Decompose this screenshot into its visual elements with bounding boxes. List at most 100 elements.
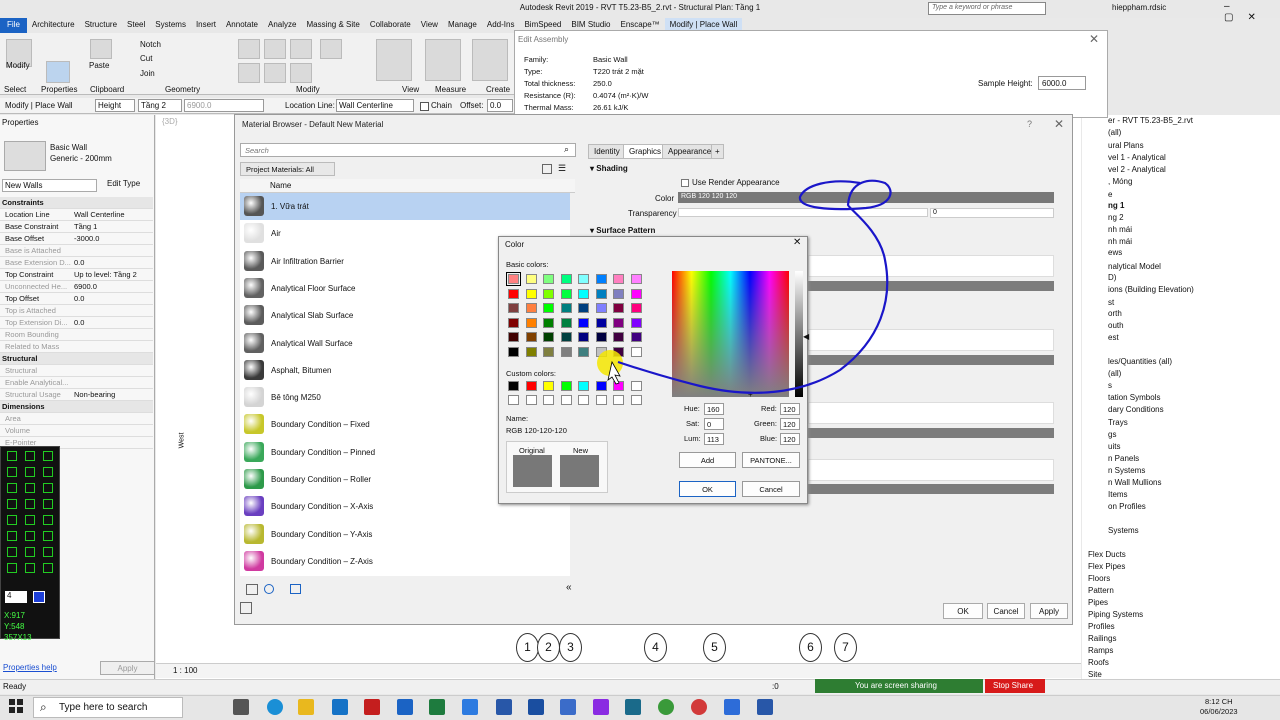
basic-color-swatch[interactable] (508, 347, 519, 357)
property-value[interactable]: Tầng 1 (74, 222, 97, 231)
project-browser-item[interactable]: e (1108, 190, 1112, 199)
file-explorer-icon[interactable] (298, 699, 314, 715)
project-browser-item[interactable]: les/Quantities (all) (1108, 357, 1172, 366)
apply-button[interactable]: Apply (1030, 603, 1068, 619)
basic-color-swatch[interactable] (630, 288, 642, 299)
join-label[interactable]: Join (140, 69, 155, 78)
project-browser-item[interactable]: Flex Ducts (1088, 550, 1126, 559)
tab-graphics[interactable]: Graphics (623, 144, 668, 159)
help-search-input[interactable]: Type a keyword or phrase (928, 2, 1046, 15)
basic-color-swatch[interactable] (560, 317, 572, 328)
menu-tab[interactable]: View (416, 18, 443, 33)
shortcut-icon[interactable] (43, 483, 53, 493)
trim-icon[interactable] (290, 63, 312, 83)
project-browser-item[interactable]: on Profiles (1108, 502, 1146, 511)
custom-color-swatch[interactable] (525, 395, 537, 405)
project-browser-item[interactable]: Profiles (1088, 622, 1115, 631)
custom-color-swatch[interactable] (508, 381, 519, 391)
property-row[interactable]: Enable Analytical... (0, 377, 153, 389)
custom-color-swatch[interactable] (578, 395, 589, 405)
word-icon[interactable] (496, 699, 512, 715)
basic-color-swatch[interactable] (525, 317, 537, 328)
shortcut-icon[interactable] (43, 451, 53, 461)
project-browser-item[interactable]: est (1108, 333, 1119, 342)
type-sub[interactable]: Generic - 200mm (50, 154, 112, 163)
height-value-input[interactable]: 6900.0 (184, 99, 264, 112)
properties-help-link[interactable]: Properties help (3, 663, 57, 672)
basic-color-swatch[interactable] (578, 332, 589, 343)
color-ok-button[interactable]: OK (679, 481, 736, 497)
close-icon[interactable]: ✕ (1089, 32, 1099, 46)
property-value[interactable]: Non-bearing (74, 390, 115, 399)
basic-color-swatch[interactable] (630, 317, 642, 328)
sat-input[interactable]: 0 (704, 418, 724, 430)
luminance-pointer-icon[interactable]: ◀ (803, 332, 809, 341)
project-browser-item[interactable]: nh mái (1108, 225, 1132, 234)
project-browser-item[interactable]: nalytical Model (1108, 262, 1161, 271)
copy-icon[interactable] (320, 39, 342, 59)
pattern-color-swatch[interactable] (808, 484, 1054, 494)
color-cancel-button[interactable]: Cancel (742, 481, 800, 497)
project-browser-item[interactable]: ews (1108, 248, 1122, 257)
align-icon[interactable] (238, 39, 260, 59)
basic-color-swatch[interactable] (543, 303, 554, 314)
basic-color-swatch[interactable] (578, 288, 589, 299)
property-row[interactable]: Location Line Wall Centerline (0, 209, 153, 221)
property-value[interactable]: 6900.0 (74, 282, 97, 291)
menu-tab[interactable]: Architecture (27, 18, 80, 33)
blue-input[interactable]: 120 (780, 433, 800, 445)
pattern-color-swatch[interactable] (808, 355, 1054, 365)
shortcut-icon[interactable] (43, 499, 53, 509)
shortcut-icon[interactable] (43, 531, 53, 541)
windows-start-icon[interactable] (8, 698, 24, 714)
shortcut-icon[interactable] (25, 531, 35, 541)
autocad-icon[interactable] (364, 699, 380, 715)
clock[interactable]: 8:12 CH 06/06/2023 (1200, 697, 1238, 717)
property-row[interactable]: Top Offset 0.0 (0, 293, 153, 305)
property-value[interactable]: Wall Centerline (74, 210, 125, 219)
lum-input[interactable]: 113 (704, 433, 724, 445)
edit-type-button[interactable]: Edit Type (104, 178, 152, 192)
basic-color-swatch[interactable] (560, 332, 572, 343)
shading-section[interactable]: ▾ Shading (590, 164, 628, 173)
basic-color-swatch[interactable] (613, 332, 624, 343)
property-row[interactable]: Base Extension D... 0.0 (0, 257, 153, 269)
library-icon[interactable] (264, 584, 274, 594)
hue-input[interactable]: 160 (704, 403, 724, 415)
green-input[interactable]: 120 (780, 418, 800, 430)
custom-color-swatch[interactable] (508, 395, 519, 405)
offset-input[interactable]: 0.0 (487, 99, 513, 112)
basic-color-swatch[interactable] (543, 274, 554, 284)
basic-color-swatch[interactable] (525, 332, 537, 343)
rotate-icon[interactable] (264, 63, 286, 83)
instance-filter-dropdown[interactable]: New Walls (2, 179, 97, 192)
pantone-button[interactable]: PANTONE... (742, 452, 800, 468)
shortcut-icon[interactable] (25, 483, 35, 493)
basic-color-swatch[interactable] (613, 347, 624, 357)
basic-color-swatch[interactable] (543, 347, 554, 357)
shortcut-icon[interactable] (43, 563, 53, 573)
name-column-header[interactable]: Name (270, 181, 291, 190)
project-browser-item[interactable]: ng 2 (1108, 213, 1124, 222)
shading-color-swatch[interactable]: RGB 120 120 120 (678, 192, 1054, 203)
pattern-field[interactable] (808, 329, 1054, 351)
tab-appearance[interactable]: Appearance (662, 144, 718, 159)
project-browser-item[interactable]: D) (1108, 273, 1116, 282)
app-icon[interactable] (691, 699, 707, 715)
revit-active-icon[interactable] (560, 699, 576, 715)
app-icon[interactable] (593, 699, 609, 715)
stop-share-button[interactable]: Stop Share (985, 679, 1045, 693)
project-browser-item[interactable]: Ramps (1088, 646, 1113, 655)
basic-color-swatch[interactable] (560, 347, 572, 357)
material-list-item[interactable]: Boundary Condition – Y-Axis (240, 520, 575, 548)
add-tab-button[interactable]: + (711, 144, 724, 159)
mirror-icon[interactable] (290, 39, 312, 59)
panel-select[interactable]: Select (4, 85, 26, 94)
shortcut-icon[interactable] (43, 467, 53, 477)
user-name[interactable]: hieppham.rdsic (1112, 3, 1166, 12)
measure-icon[interactable] (425, 39, 461, 81)
basic-color-swatch[interactable] (595, 317, 607, 328)
mail-icon[interactable] (332, 699, 348, 715)
create-icon[interactable] (472, 39, 508, 81)
ok-button[interactable]: OK (943, 603, 983, 619)
